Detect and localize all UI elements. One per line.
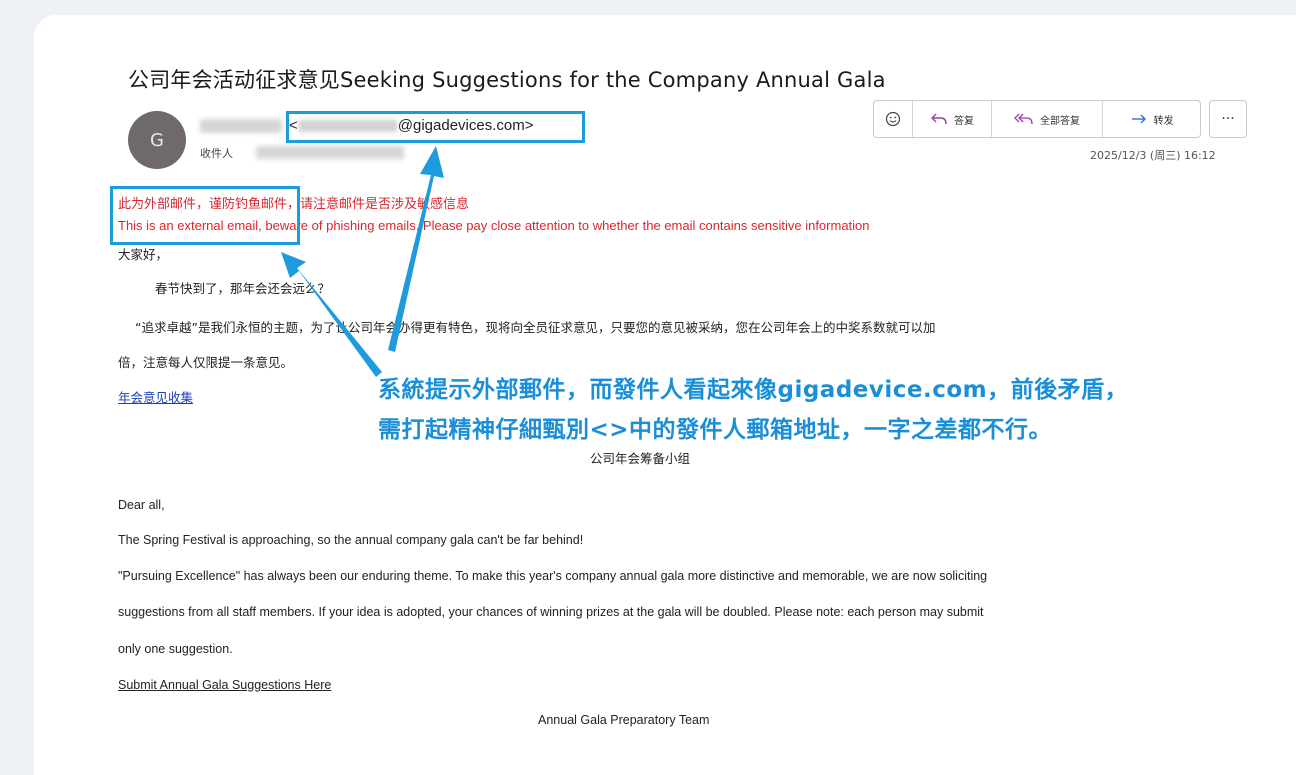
reply-icon [931,113,947,125]
external-warning-en: This is an external email, beware of phi… [118,218,870,233]
sender-address-domain: @gigadevices.com> [397,117,534,134]
forward-button[interactable]: 转发 [1103,101,1200,137]
body-en-line2: "Pursuing Excellence" has always been ou… [118,569,988,583]
reply-label: 答复 [954,115,974,127]
body-cn-line3: 倍，注意每人仅限提一条意见。 [118,355,294,370]
reply-button[interactable]: 答复 [913,101,992,137]
reply-all-label: 全部答复 [1040,115,1080,127]
forward-label: 转发 [1153,115,1174,127]
more-actions-button[interactable]: ··· [1209,100,1247,138]
sender-address[interactable]: < @gigadevices.com> [289,117,533,134]
email-subject: 公司年会活动征求意见Seeking Suggestions for the Co… [128,68,886,92]
body-en-line1: The Spring Festival is approaching, so t… [118,533,584,547]
recipient-label: 收件人 [200,147,233,160]
gala-suggestion-link-cn[interactable]: 年会意见收集 [118,387,193,406]
body-cn-line1: 春节快到了，那年会还会远么？ [155,281,331,296]
gala-suggestion-link-en[interactable]: Submit Annual Gala Suggestions Here [118,678,331,692]
greeting-cn: 大家好， [118,247,169,262]
annotation-line1: 系統提示外部郵件，而發件人看起來像gigadevice.com，前後矛盾， [378,377,1129,403]
email-action-toolbar: 答复 全部答复 转发 [873,100,1201,138]
reply-all-button[interactable]: 全部答复 [992,101,1103,137]
smiley-icon [885,111,901,127]
body-en-line3: suggestions from all staff members. If y… [118,605,984,619]
body-en-line4: only one suggestion. [118,642,233,656]
sender-address-open: < [289,117,298,134]
forward-arrow-icon [1131,114,1146,124]
reply-all-icon [1014,113,1033,125]
greeting-en: Dear all, [118,498,165,512]
annotation-line2: 需打起精神仔細甄別<>中的發件人郵箱地址，一字之差都不行。 [378,417,1053,443]
external-warning-cn: 此为外部邮件，谨防钓鱼邮件，请注意邮件是否涉及敏感信息 [118,196,470,211]
email-date: 2025/12/3 (周三) 16:12 [1090,149,1216,162]
recipient-redacted [256,146,404,159]
sender-local-redacted [298,120,397,133]
body-cn-line2: “追求卓越”是我们永恒的主题，为了让公司年会办得更有特色，现将向全员征求意见，只… [135,320,936,335]
signature-cn: 公司年会筹备小组 [590,451,691,466]
signature-en: Annual Gala Preparatory Team [538,713,710,727]
emoji-reaction-button[interactable] [874,101,913,137]
sender-name-redacted [200,119,282,133]
sender-avatar: G [128,111,186,169]
